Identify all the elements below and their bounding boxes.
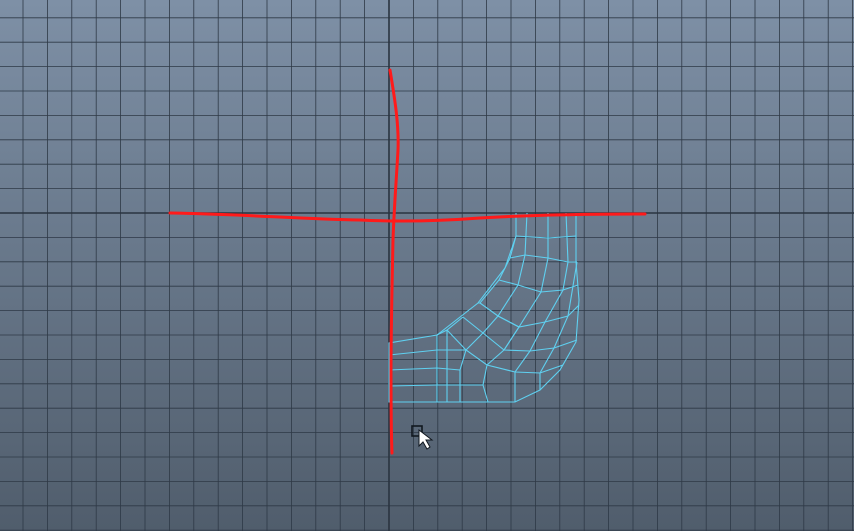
mesh-edge-ring xyxy=(479,302,580,328)
elbow-pipe-mesh[interactable] xyxy=(388,212,580,403)
mesh-edge-loop xyxy=(524,212,528,256)
mesh-edge-loop xyxy=(388,349,466,356)
mesh-edge-loop xyxy=(388,384,483,387)
modeling-viewport[interactable] xyxy=(0,0,854,531)
mesh-edge xyxy=(478,235,517,304)
mesh-edge-ring xyxy=(446,329,564,374)
mesh-edge xyxy=(497,315,520,351)
viewport-canvas[interactable] xyxy=(0,0,854,531)
world-axes xyxy=(0,0,854,531)
viewport-grid xyxy=(0,0,854,531)
mesh-edge-ring xyxy=(509,254,577,263)
select-box-cursor-icon xyxy=(411,425,434,450)
annotation-horizontal-stroke xyxy=(168,211,647,223)
mesh-outline xyxy=(388,213,580,403)
mesh-edge-loop xyxy=(388,367,461,371)
